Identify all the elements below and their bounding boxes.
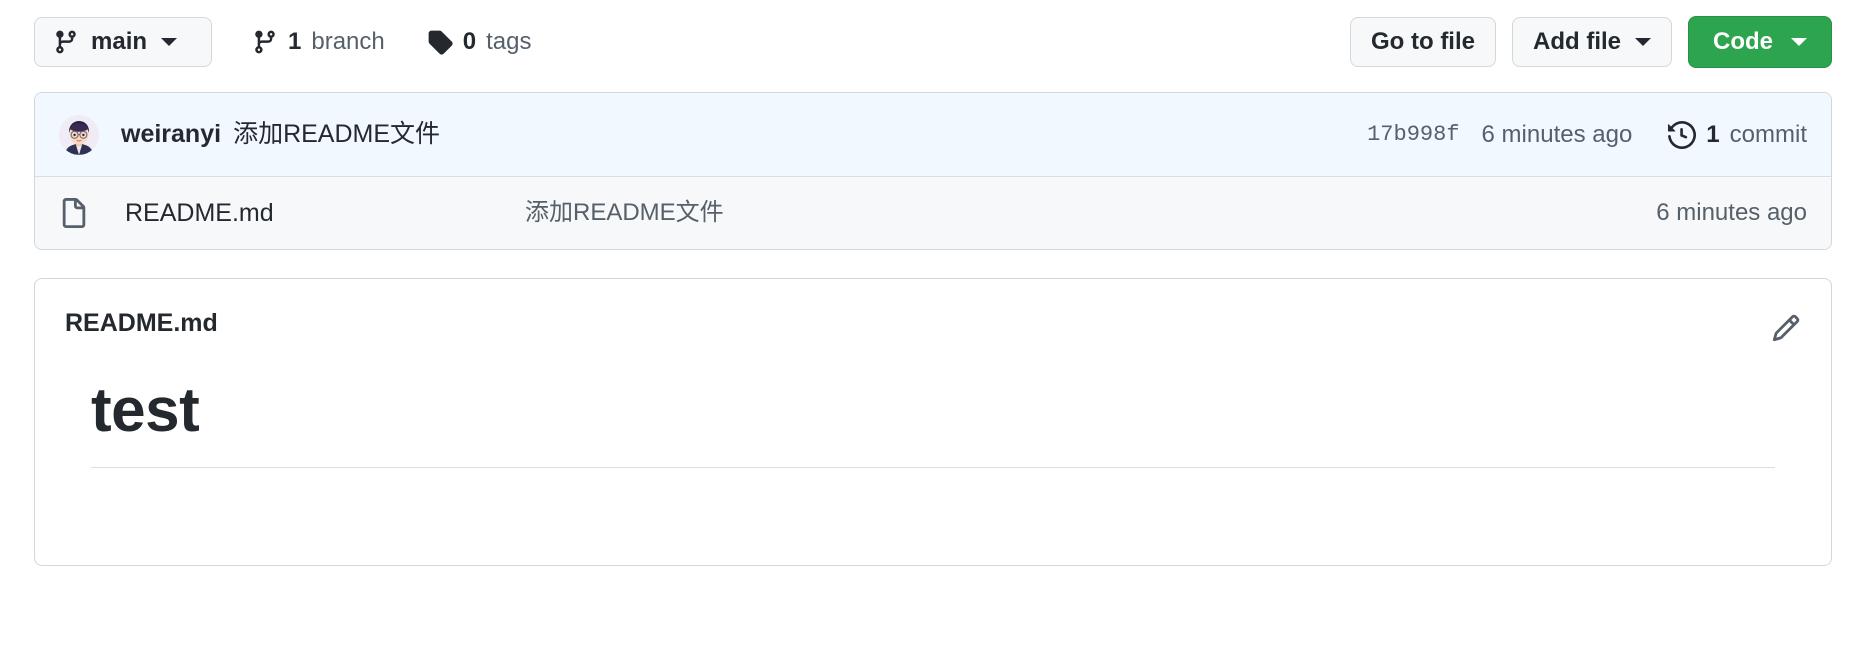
commit-history-link[interactable]: 1 commit [1668,120,1807,149]
file-icon [59,198,93,228]
repo-meta-group: 1 branch 0 tags [252,29,531,55]
readme-card: README.md test [34,278,1832,566]
tag-count-link[interactable]: 0 tags [427,28,532,55]
code-label: Code [1713,28,1773,55]
file-commit-message[interactable]: 添加README文件 [525,201,1656,225]
latest-commit-row: weiranyi 添加README文件 17b998f 6 minutes ag… [35,93,1831,177]
add-file-button[interactable]: Add file [1512,17,1672,67]
commit-count-label: commit [1729,120,1807,148]
branch-selector-button[interactable]: main [34,17,212,67]
readme-header: README.md [35,279,1831,343]
chevron-down-icon [1791,38,1807,46]
chevron-down-icon [161,38,178,46]
branch-count-link[interactable]: 1 branch [252,29,385,55]
commit-count-value: 1 [1706,120,1720,148]
git-branch-icon [252,29,278,55]
table-row[interactable]: README.md 添加README文件 6 minutes ago [35,177,1831,249]
git-branch-icon [53,29,79,55]
file-name-link[interactable]: README.md [125,200,525,226]
file-browser-box: weiranyi 添加README文件 17b998f 6 minutes ag… [34,92,1832,250]
pencil-icon[interactable] [1771,311,1801,343]
commit-relative-time: 6 minutes ago [1481,120,1633,148]
readme-heading-test: test [91,376,1775,469]
tag-icon [427,29,453,55]
repo-toolbar: main 1 branch 0 tags Go to file Add file… [34,0,1832,76]
repository-file-browser: main 1 branch 0 tags Go to file Add file… [0,0,1866,652]
code-button[interactable]: Code [1688,16,1832,68]
readme-title: README.md [65,309,218,337]
commit-sha[interactable]: 17b998f [1367,122,1459,147]
tag-count-label: tags [486,28,532,55]
add-file-label: Add file [1533,28,1621,55]
branch-selector-label: main [91,28,148,55]
branch-count-value: 1 [288,28,302,55]
file-relative-time: 6 minutes ago [1656,199,1807,226]
branch-count-label: branch [311,28,385,55]
weiranyi-avatar[interactable] [59,114,99,155]
commit-author[interactable]: weiranyi [121,122,221,147]
toolbar-actions: Go to file Add file Code [1350,16,1832,68]
history-clock-icon [1668,120,1697,149]
go-to-file-button[interactable]: Go to file [1350,17,1496,67]
readme-body: test [35,376,1831,469]
tag-count-value: 0 [462,28,477,55]
chevron-down-icon [1635,38,1651,46]
go-to-file-label: Go to file [1371,28,1475,55]
commit-meta: 17b998f 6 minutes ago 1 commit [1367,121,1807,149]
commit-message[interactable]: 添加README文件 [233,122,440,147]
